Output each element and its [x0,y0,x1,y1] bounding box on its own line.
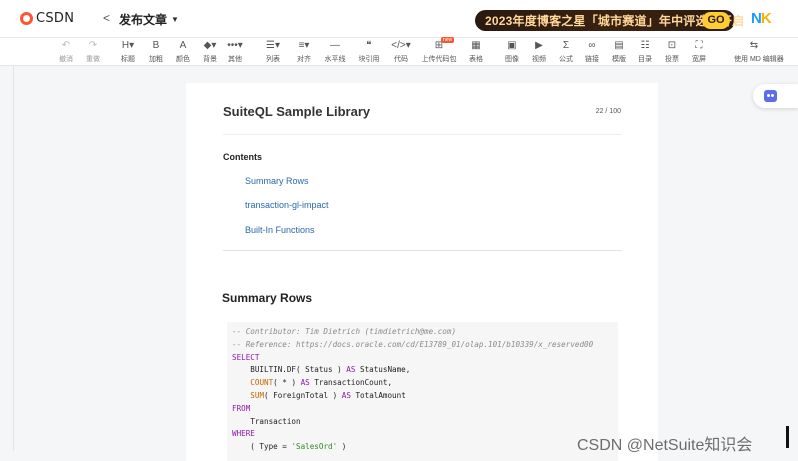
toolbar-md-editor-button[interactable]: ⇆ 使用 MD 编辑器 [734,38,784,66]
editor-toolbar: ↶ 撤消 ↷ 重做 H▾ 标题 B 加粗 A 颜色 ◆▾ 背景 •••▾ 其他 ☰▾ 列表 ≡▾ 对齐 — 水平线 ❝ 块… [0,37,798,66]
toolbar-more-button[interactable]: •••▾ 其他 [215,38,255,66]
code-line: COUNT( * ) AS TransactionCount, [250,378,393,388]
toc-link-transaction-gl-impact[interactable]: transaction-gl-impact [245,200,329,210]
contents-heading: Contents [223,152,262,162]
code-line: SELECT [232,352,260,362]
toolbar-label: 上传代码包 [421,56,457,63]
title-divider [223,134,622,135]
more-icon: •••▾ [227,40,243,51]
code-line: SUM( ForeignTotal ) AS TotalAmount [250,390,406,400]
brand-logo-icon[interactable]: NK [751,10,772,27]
publish-article-label: 发布文章 [119,13,168,27]
fullscreen-icon: ⛶ [695,40,703,51]
toolbar-label: 其他 [228,56,242,63]
table-icon: ▦ [471,40,481,51]
logo-text: CSDN [36,11,75,26]
promo-banner[interactable]: 2023年度博客之星「城市赛道」年中评选已开启 GO [475,10,744,31]
chevron-down-icon: ▼ [171,15,179,24]
code-line: WHERE [232,429,255,439]
code-line: -- Reference: https://docs.oracle.com/cd… [232,339,594,349]
promo-go-button[interactable]: GO [702,12,730,29]
robot-icon [764,90,777,102]
code-icon: </>▾ [391,40,411,51]
toolbar-label: 表格 [469,56,483,63]
toolbar-label: 重做 [86,56,100,63]
document-page[interactable]: SuiteQL Sample Library 22 / 100 Contents… [186,83,658,461]
code-line: ( Type = 'SalesOrd' ) [232,442,347,452]
editor-edge [13,66,14,451]
toolbar-label: 使用 MD 编辑器 [734,56,784,63]
code-line: -- Contributor: Tim Dietrich (timdietric… [232,327,457,336]
code-line: BUILTIN.DF( Status ) AS StatusName, [232,365,411,375]
watermark: CSDN @NetSuite知识会 [577,437,753,454]
toolbar-code-button[interactable]: </>▾ 代码 [381,38,421,66]
window-edge [786,426,789,448]
top-header: CSDN < 发布文章 ▼ 2023年度博客之星「城市赛道」年中评选已开启 GO… [0,0,798,38]
toolbar-label: 宽屏 [692,56,706,63]
toolbar-redo-button[interactable]: ↷ 重做 [73,38,113,66]
title-char-counter: 22 / 100 [595,108,621,115]
back-icon[interactable]: < [103,11,110,25]
toolbar-label: 代码 [394,56,408,63]
toolbar-table-button[interactable]: ▦ 表格 [456,38,496,66]
code-line: Transaction [232,416,301,426]
toolbar-upload-code-button[interactable]: ⊞ 上传代码包 new [419,37,459,66]
toolbar-fullscreen-button[interactable]: ⛶ 宽屏 [679,38,719,66]
csdn-logo-icon [20,12,33,25]
csdn-logo[interactable]: CSDN [20,11,74,26]
section-heading: Summary Rows [222,291,313,305]
publish-article-dropdown[interactable]: 发布文章 ▼ [119,11,179,28]
article-title-input[interactable]: SuiteQL Sample Library [223,104,370,119]
ai-assistant-button[interactable] [753,84,798,108]
new-badge: new [441,37,455,43]
md-editor-icon: ⇆ [749,40,759,51]
section-divider [223,250,622,251]
code-line: FROM [232,403,251,413]
code-block[interactable]: -- Contributor: Tim Dietrich (timdietric… [227,322,618,461]
toc-link-summary-rows[interactable]: Summary Rows [245,176,309,186]
toc-link-built-in-functions[interactable]: Built-In Functions [245,225,315,235]
redo-icon: ↷ [88,40,98,51]
